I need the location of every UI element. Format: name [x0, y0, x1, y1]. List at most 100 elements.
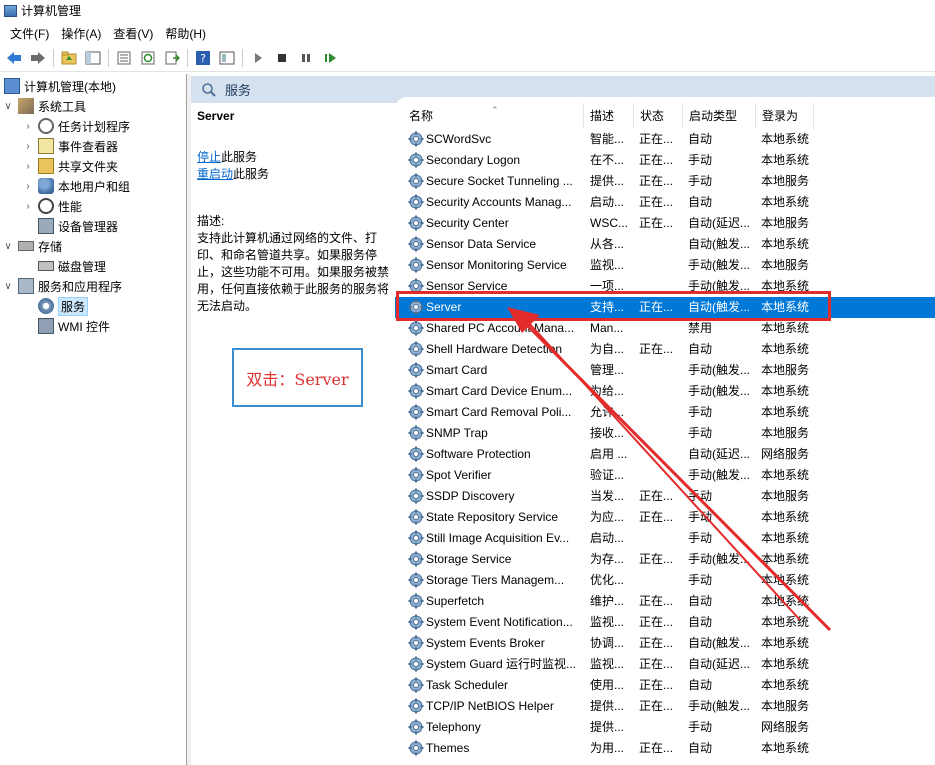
table-row[interactable]: Storage Service 为存... 正在... 手动(触发... 本地系统 [395, 549, 935, 570]
tree-item-wmi[interactable]: WMI 控件 [38, 316, 110, 336]
service-name: System Events Broker [426, 636, 545, 650]
tree-item-system-tools[interactable]: ∨ 系统工具 [2, 96, 86, 116]
table-row[interactable]: State Repository Service 为应... 正在... 手动 本地系统 [395, 507, 935, 528]
table-row[interactable]: System Guard 运行时监视... 监视... 正在... 自动(延迟... 本… [395, 654, 935, 675]
folder-up-icon[interactable] [59, 48, 79, 68]
help-icon[interactable]: ? [193, 48, 213, 68]
table-row[interactable]: Superfetch 维护... 正在... 自动 本地系统 [395, 591, 935, 612]
restart-service-link[interactable]: 重启动 [197, 167, 233, 181]
service-name: Superfetch [426, 594, 485, 608]
table-row[interactable]: Security Accounts Manag... 启动... 正在... 自动 本地… [395, 192, 935, 213]
toolbar-separator [187, 49, 188, 67]
table-row[interactable]: Shell Hardware Detection 为自... 正在... 自动 本地系统 [395, 339, 935, 360]
restart-service-line: 重启动此服务 [197, 167, 270, 181]
table-row[interactable]: SSDP Discovery 当发... 正在... 手动 本地服务 [395, 486, 935, 507]
restart-icon[interactable] [320, 48, 340, 68]
chevron-right-icon[interactable]: › [22, 181, 34, 192]
menu-action[interactable]: 操作(A) [55, 25, 107, 42]
tree-item-device-manager[interactable]: 设备管理器 [38, 216, 118, 236]
table-row[interactable]: Security Center WSC... 正在... 自动(延迟... 本地服务 [395, 213, 935, 234]
service-state: 正在... [639, 510, 674, 524]
chevron-right-icon[interactable]: › [22, 121, 34, 132]
gear-icon [408, 341, 424, 357]
table-row[interactable]: Smart Card 管理... 手动(触发... 本地服务 [395, 360, 935, 381]
service-startup: 自动(延迟... [688, 447, 750, 461]
pause-icon[interactable] [296, 48, 316, 68]
table-row[interactable]: Sensor Monitoring Service 监视... 手动(触发... 本地… [395, 255, 935, 276]
console-icon[interactable] [217, 48, 237, 68]
table-row[interactable]: SNMP Trap 接收... 手动 本地服务 [395, 423, 935, 444]
tree-item-performance[interactable]: › 性能 [22, 196, 82, 216]
service-desc: 提供... [590, 174, 625, 188]
tree-item-storage[interactable]: ∨ 存储 [2, 236, 62, 256]
service-desc: 提供... [590, 720, 625, 734]
table-row[interactable]: Telephony 提供... 手动 网络服务 [395, 717, 935, 738]
table-row[interactable]: Themes 为用... 正在... 自动 本地系统 [395, 738, 935, 759]
toolbar: ? [0, 45, 935, 72]
menu-file[interactable]: 文件(F) [4, 25, 55, 42]
table-row[interactable]: Secondary Logon 在不... 正在... 手动 本地系统 [395, 150, 935, 171]
chevron-down-icon[interactable]: ∨ [2, 281, 14, 292]
service-name: Software Protection [426, 447, 531, 461]
computer-management-icon [4, 4, 17, 17]
service-name: State Repository Service [426, 510, 559, 524]
tree-item-event-viewer[interactable]: › 事件查看器 [22, 136, 118, 156]
table-row[interactable]: System Event Notification... 监视... 正在... 自动… [395, 612, 935, 633]
service-state: 正在... [639, 678, 674, 692]
service-logon: 本地服务 [761, 258, 810, 272]
table-row[interactable]: SCWordSvc 智能... 正在... 自动 本地系统 [395, 129, 935, 150]
table-row[interactable]: TCP/IP NetBIOS Helper 提供... 正在... 手动(触发... 本… [395, 696, 935, 717]
tree-item-root[interactable]: 计算机管理(本地) [4, 76, 116, 96]
table-row[interactable]: Spot Verifier 验证... 手动(触发... 本地系统 [395, 465, 935, 486]
service-logon: 本地服务 [761, 699, 810, 713]
tree-item-services[interactable]: 服务 [38, 296, 89, 316]
device-manager-icon [38, 218, 54, 234]
tree-item-services-apps[interactable]: ∨ 服务和应用程序 [2, 276, 122, 296]
stop-service-link[interactable]: 停止 [197, 150, 221, 164]
table-row[interactable]: Task Scheduler 使用... 正在... 自动 本地系统 [395, 675, 935, 696]
table-row[interactable]: Smart Card Removal Poli... 允许... 手动 本地系统 [395, 402, 935, 423]
tree-item-local-users[interactable]: › 本地用户和组 [22, 176, 130, 196]
table-row[interactable]: Still Image Acquisition Ev... 启动... 手动 本地系统 [395, 528, 935, 549]
tree-item-shared-folders[interactable]: › 共享文件夹 [22, 156, 118, 176]
chevron-down-icon[interactable]: ∨ [2, 241, 14, 252]
table-row[interactable]: Software Protection 启用 ... 自动(延迟... 网络服务 [395, 444, 935, 465]
export-icon[interactable] [162, 48, 182, 68]
properties-icon[interactable] [114, 48, 134, 68]
table-row[interactable]: Sensor Data Service 从各... 自动(触发... 本地系统 [395, 234, 935, 255]
table-row[interactable]: Shared PC Account Mana... Man... 禁用 本地系统 [395, 318, 935, 339]
column-state[interactable]: 状态 [634, 103, 683, 129]
table-row[interactable]: Secure Socket Tunneling ... 提供... 正在... 手动 本… [395, 171, 935, 192]
service-startup: 手动 [688, 720, 713, 734]
search-icon [202, 82, 216, 97]
column-header: 名称 ⌃ 描述 状态 启动类型 登录为 [395, 103, 935, 129]
column-startup-type[interactable]: 启动类型 [683, 103, 756, 129]
service-name: Task Scheduler [426, 678, 509, 692]
tree-item-disk-management[interactable]: 磁盘管理 [38, 256, 106, 276]
gear-icon [408, 362, 424, 378]
service-desc: 监视... [590, 657, 625, 671]
chevron-down-icon[interactable]: ∨ [2, 101, 14, 112]
chevron-right-icon[interactable]: › [22, 161, 34, 172]
service-name: Themes [426, 741, 470, 755]
refresh-icon[interactable] [138, 48, 158, 68]
menu-help[interactable]: 帮助(H) [159, 25, 212, 42]
service-logon: 本地系统 [761, 573, 810, 587]
service-desc: 监视... [590, 615, 625, 629]
tree-item-task-scheduler[interactable]: › 任务计划程序 [22, 116, 130, 136]
show-hide-tree-icon[interactable] [83, 48, 103, 68]
chevron-right-icon[interactable]: › [22, 141, 34, 152]
menu-view[interactable]: 查看(V) [107, 25, 159, 42]
stop-icon[interactable] [272, 48, 292, 68]
play-icon[interactable] [248, 48, 268, 68]
column-logon-as[interactable]: 登录为 [756, 103, 814, 129]
tools-icon [18, 98, 34, 114]
back-arrow-icon[interactable] [4, 48, 24, 68]
table-row[interactable]: Smart Card Device Enum... 为给... 手动(触发... 本地… [395, 381, 935, 402]
service-rows: SCWordSvc 智能... 正在... 自动 本地系统 Secondary Logon… [395, 129, 935, 759]
forward-arrow-icon[interactable] [28, 48, 48, 68]
chevron-right-icon[interactable]: › [22, 201, 34, 212]
column-description[interactable]: 描述 [584, 103, 634, 129]
table-row[interactable]: System Events Broker 协调... 正在... 自动(触发... 本地… [395, 633, 935, 654]
table-row[interactable]: Storage Tiers Managem... 优化... 手动 本地系统 [395, 570, 935, 591]
